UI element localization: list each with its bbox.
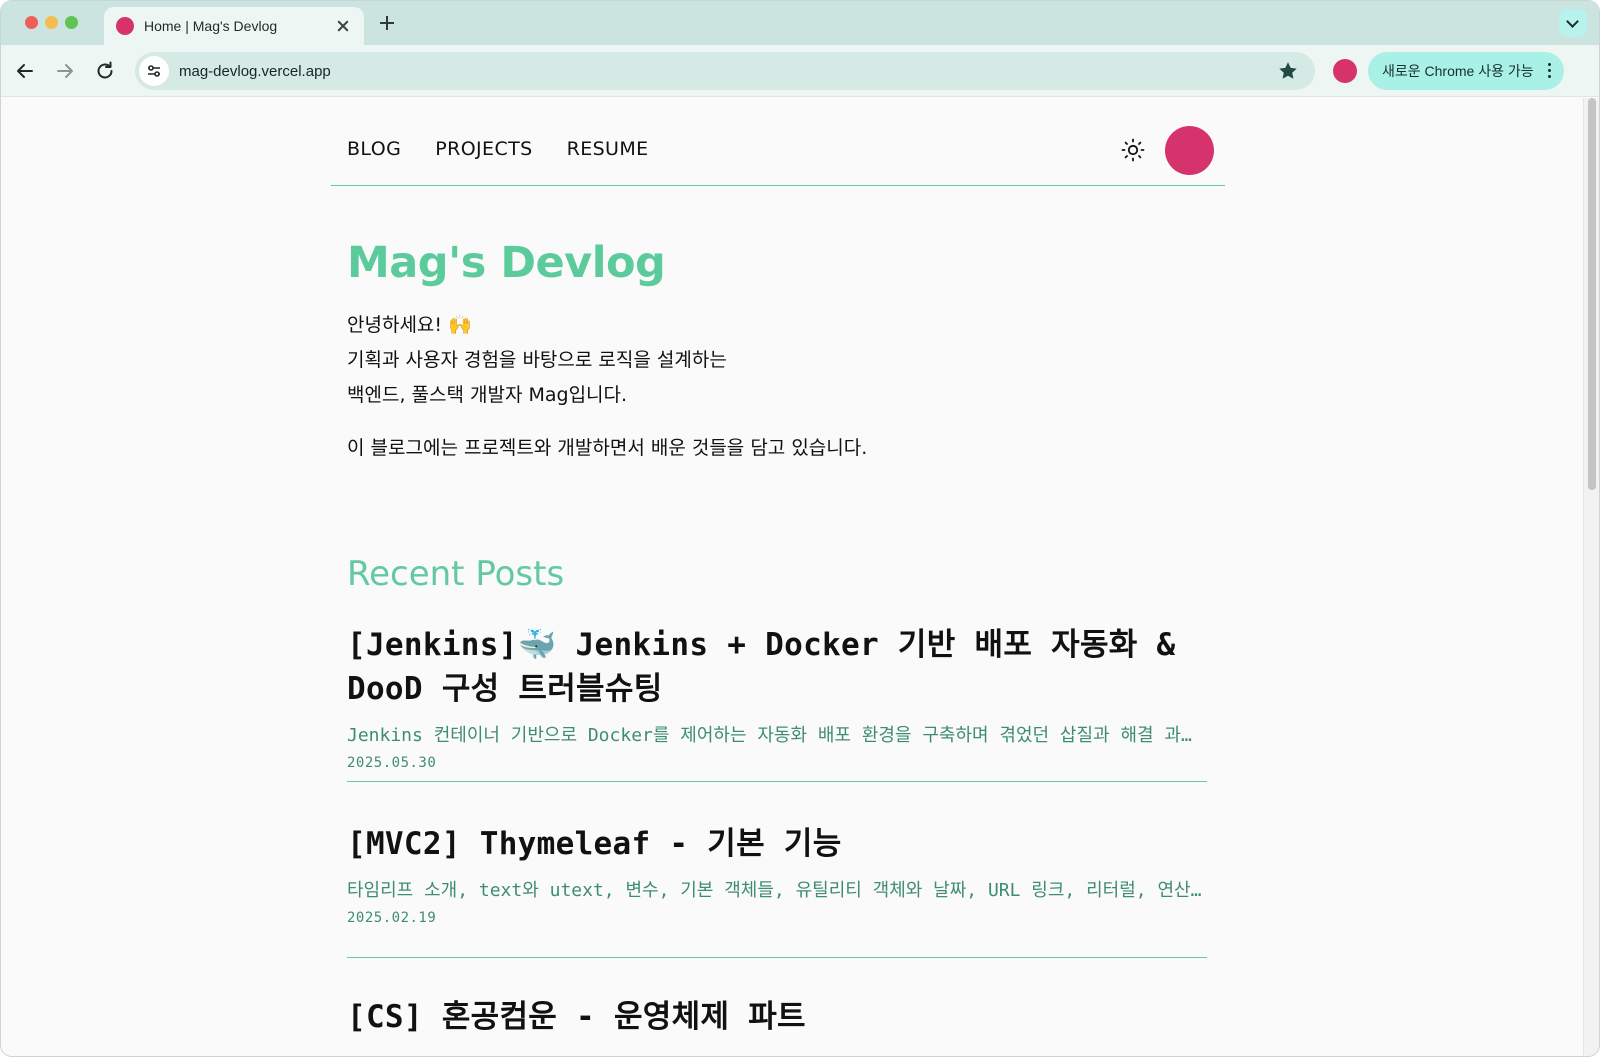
post-date: 2025.02.19 <box>347 910 437 926</box>
nav-link-resume[interactable]: RESUME <box>567 138 649 160</box>
tab-favicon-icon <box>116 17 134 35</box>
post-title-line: [Jenkins]🐳 Jenkins + Docker 기반 배포 자동화 & <box>347 627 1176 663</box>
post-description: Jenkins 컨테이너 기반으로 Docker를 제어하는 자동화 배포 환경… <box>347 725 1207 746</box>
recent-posts-heading: Recent Posts <box>347 554 565 594</box>
tab-list-chevron-icon[interactable] <box>1559 9 1587 37</box>
intro-line-4: 이 블로그에는 프로젝트와 개발하면서 배운 것들을 담고 있습니다. <box>347 437 868 459</box>
site-nav: BLOG PROJECTS RESUME <box>347 138 649 160</box>
post-date: 2025.05.30 <box>347 755 437 771</box>
bookmark-star-icon[interactable] <box>1277 60 1299 82</box>
site-info-icon[interactable] <box>139 56 169 86</box>
post-title-line: DooD 구성 트러블슈팅 <box>347 671 663 707</box>
post-item[interactable]: [MVC2] Thymeleaf - 기본 기능 타임리프 소개, text와 … <box>347 822 1207 958</box>
back-icon[interactable] <box>13 59 37 83</box>
nav-link-blog[interactable]: BLOG <box>347 138 401 160</box>
post-title[interactable]: [CS] 혼공컴운 - 운영체제 파트 <box>347 995 1207 1039</box>
post-title[interactable]: [Jenkins]🐳 Jenkins + Docker 기반 배포 자동화 & … <box>347 623 1207 711</box>
browser-window: Home | Mag's Devlog mag-devlog.vercel.ap… <box>0 0 1600 1057</box>
intro-line-3: 백엔드, 풀스택 개발자 Mag입니다. <box>347 384 628 406</box>
tab-title: Home | Mag's Devlog <box>144 18 278 34</box>
post-item[interactable]: [Jenkins]🐳 Jenkins + Docker 기반 배포 자동화 & … <box>347 623 1207 782</box>
header-avatar[interactable] <box>1165 126 1214 175</box>
browser-toolbar: mag-devlog.vercel.app 새로운 Chrome 사용 가능 <box>1 45 1599 97</box>
close-window-button[interactable] <box>25 16 38 29</box>
post-item[interactable]: [CS] 혼공컴운 - 운영체제 파트 <box>347 995 1207 1055</box>
page-scrollbar[interactable] <box>1583 98 1599 1056</box>
url-text[interactable]: mag-devlog.vercel.app <box>179 63 1277 80</box>
scrollbar-thumb[interactable] <box>1588 98 1596 490</box>
close-icon[interactable] <box>334 17 352 35</box>
intro-line-2: 기획과 사용자 경험을 바탕으로 로직을 설계하는 <box>347 349 727 371</box>
active-tab[interactable]: Home | Mag's Devlog <box>104 7 364 45</box>
tab-strip: Home | Mag's Devlog <box>1 1 1599 45</box>
zoom-window-button[interactable] <box>65 16 78 29</box>
intro-text: 안녕하세요! 🙌 기획과 사용자 경험을 바탕으로 로직을 설계하는 백엔드, … <box>347 308 1147 466</box>
update-chrome-button[interactable]: 새로운 Chrome 사용 가능 <box>1368 52 1564 90</box>
address-bar[interactable]: mag-devlog.vercel.app <box>135 52 1315 90</box>
profile-avatar[interactable] <box>1333 59 1357 83</box>
forward-icon[interactable] <box>53 59 77 83</box>
update-chrome-label: 새로운 Chrome 사용 가능 <box>1382 63 1534 79</box>
nav-link-projects[interactable]: PROJECTS <box>435 138 532 160</box>
site-header: BLOG PROJECTS RESUME <box>331 98 1225 186</box>
post-description: 타임리프 소개, text와 utext, 변수, 기본 객체들, 유틸리티 객… <box>347 880 1207 901</box>
intro-line-1: 안녕하세요! 🙌 <box>347 314 472 336</box>
site-title: Mag's Devlog <box>347 238 666 288</box>
page-viewport: BLOG PROJECTS RESUME Mag's Devlog 안녕하세요!… <box>1 98 1585 1056</box>
reload-icon[interactable] <box>93 59 117 83</box>
kebab-menu-icon[interactable] <box>1548 63 1552 79</box>
post-title[interactable]: [MVC2] Thymeleaf - 기본 기능 <box>347 822 1207 866</box>
minimize-window-button[interactable] <box>45 16 58 29</box>
sun-icon[interactable] <box>1121 138 1145 162</box>
new-tab-plus-icon[interactable] <box>377 13 397 33</box>
